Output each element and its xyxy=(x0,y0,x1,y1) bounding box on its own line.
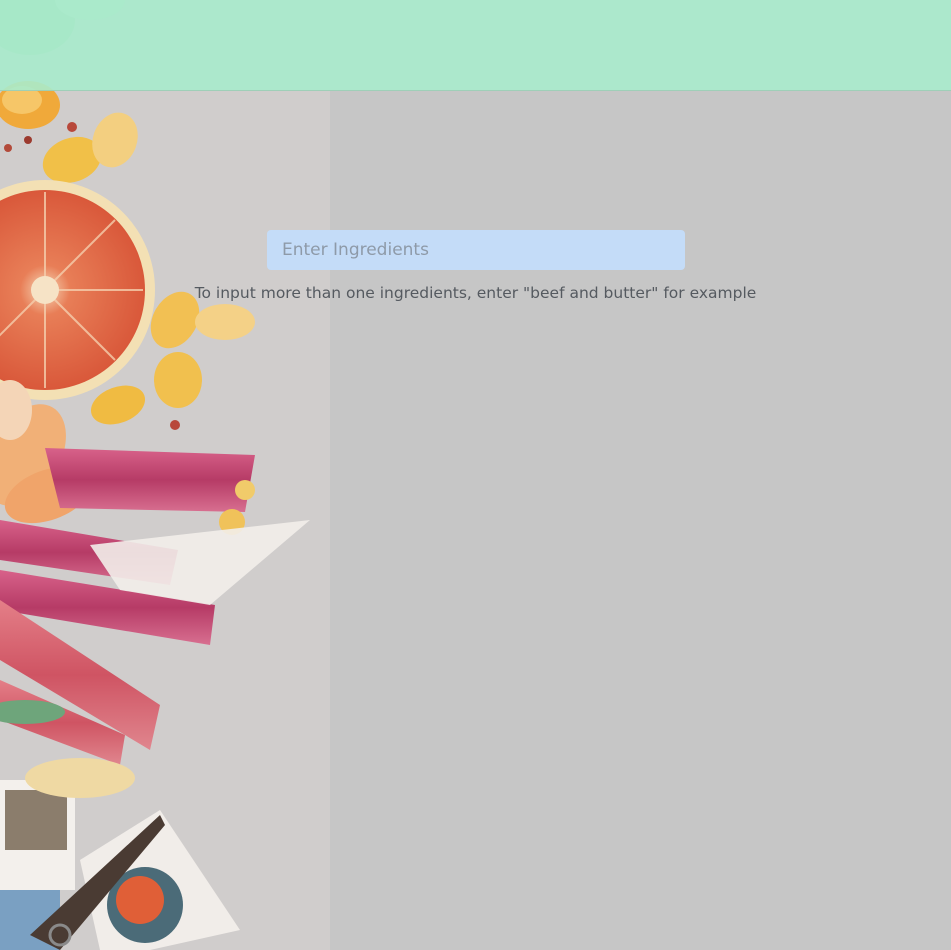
citrus-segment xyxy=(195,304,255,340)
berry xyxy=(4,144,12,152)
citrus-segment xyxy=(154,352,202,408)
berry xyxy=(67,122,77,132)
page: To input more than one ingredients, ente… xyxy=(0,0,951,950)
ingredients-input[interactable] xyxy=(267,230,685,270)
top-header-bar xyxy=(0,0,951,91)
search-container xyxy=(267,230,685,270)
flower xyxy=(235,480,255,500)
input-hint: To input more than one ingredients, ente… xyxy=(194,284,757,302)
berry xyxy=(170,420,180,430)
berry xyxy=(24,136,32,144)
tulip-bud xyxy=(25,758,135,798)
rhubarb-stalk xyxy=(45,448,255,512)
food-background-image xyxy=(0,0,330,950)
